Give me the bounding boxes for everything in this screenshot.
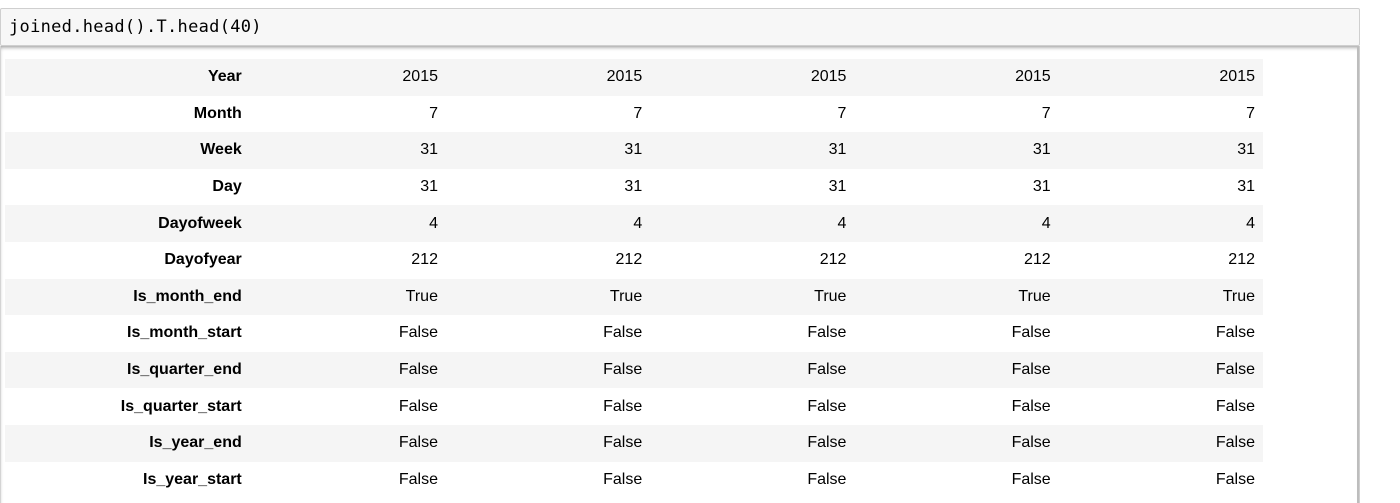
row-index-label: Day — [212, 178, 242, 196]
table-cell: 212 — [819, 251, 847, 269]
table-cell: 31 — [624, 141, 643, 159]
table-cell: 31 — [828, 178, 847, 196]
table-cell: 2015 — [1219, 68, 1255, 86]
table-cell: 4 — [1041, 214, 1051, 232]
table-cell: False — [603, 397, 643, 415]
table-cell: False — [1011, 361, 1051, 379]
table-cell: False — [398, 397, 438, 415]
table-cell: 31 — [1237, 141, 1255, 159]
table-cell: 212 — [1228, 251, 1255, 269]
table-cell: 4 — [633, 214, 643, 232]
table-cell: False — [807, 434, 847, 452]
table-cell: 212 — [411, 251, 438, 269]
table-cell: False — [1215, 324, 1255, 342]
table-cell: True — [1018, 287, 1051, 305]
table-cell: False — [1215, 361, 1255, 379]
table-cell: False — [807, 361, 847, 379]
table-cell: False — [398, 324, 438, 342]
table-cell: False — [603, 470, 643, 488]
table-cell: 31 — [420, 178, 438, 196]
table-cell: True — [609, 287, 643, 305]
table-cell: 31 — [1237, 178, 1255, 196]
dataframe-body: Year 2015 2015 2015 2015 2015 Month 7 7 7 7 7 Week 31… — [5, 59, 1263, 499]
table-cell: 212 — [615, 251, 643, 269]
table-row: Month 7 7 7 7 7 — [5, 95, 1263, 133]
table-cell: False — [1011, 397, 1051, 415]
table-cell: 4 — [1246, 214, 1255, 232]
table-row: Is_year_end False False False False False — [5, 424, 1263, 462]
row-index-label: Is_month_start — [127, 324, 242, 342]
notebook: joined.head().T.head(40) Year 2015 2015 201… — [0, 0, 1400, 503]
code-cell-input[interactable]: joined.head().T.head(40) — [0, 8, 1360, 46]
table-cell: True — [814, 287, 847, 305]
code-cell-source[interactable]: joined.head().T.head(40) — [9, 17, 262, 37]
row-index-label: Is_year_end — [149, 434, 242, 452]
table-row: Year 2015 2015 2015 2015 2015 — [5, 59, 1263, 96]
row-index-label: Is_quarter_end — [127, 361, 242, 379]
table-cell: 31 — [828, 141, 847, 159]
table-row: Week 31 31 31 31 31 — [5, 132, 1263, 169]
table-cell: 4 — [837, 214, 847, 232]
table-cell: 4 — [429, 214, 438, 232]
table-row: Day 31 31 31 31 31 — [5, 168, 1263, 206]
table-cell: 212 — [1023, 251, 1051, 269]
cell-output-area[interactable]: Year 2015 2015 2015 2015 2015 Month 7 7 7 7 7 Week 31… — [0, 46, 1360, 503]
table-cell: 31 — [1032, 178, 1051, 196]
row-index-label: Is_year_start — [143, 470, 242, 488]
table-cell: False — [1011, 434, 1051, 452]
table-row: Dayofweek 4 4 4 4 4 — [5, 205, 1263, 242]
table-cell: False — [807, 397, 847, 415]
row-index-label: Is_quarter_start — [120, 397, 242, 415]
table-row: Is_year_start False False False False False — [5, 461, 1263, 499]
table-cell: False — [807, 470, 847, 488]
table-cell: False — [398, 361, 438, 379]
table-row: Is_quarter_end False False False False False — [5, 351, 1263, 389]
table-cell: 2015 — [606, 68, 643, 86]
table-cell: False — [603, 361, 643, 379]
table-cell: 31 — [420, 141, 438, 159]
table-cell: 7 — [837, 104, 847, 122]
table-cell: False — [603, 324, 643, 342]
row-index-label: Year — [207, 68, 242, 86]
table-cell: False — [1011, 470, 1051, 488]
row-index-label: Month — [193, 104, 242, 122]
row-index-label: Dayofweek — [158, 214, 242, 232]
table-cell: 2015 — [402, 68, 438, 86]
table-cell: True — [405, 287, 438, 305]
table-cell: 7 — [1041, 104, 1051, 122]
table-cell: False — [603, 434, 643, 452]
table-cell: 7 — [1246, 104, 1255, 122]
table-cell: 31 — [1032, 141, 1051, 159]
table-cell: False — [398, 470, 438, 488]
table-row: Is_month_end True True True True True — [5, 278, 1263, 316]
table-row: Is_month_start False False False False False — [5, 315, 1263, 352]
table-cell: False — [1215, 434, 1255, 452]
row-index-label: Is_month_end — [133, 287, 242, 305]
output-scrollbar[interactable] — [1357, 46, 1359, 503]
table-cell: 7 — [633, 104, 643, 122]
table-cell: 7 — [429, 104, 438, 122]
table-row: Dayofyear 212 212 212 212 212 — [5, 241, 1263, 279]
row-index-label: Dayofyear — [164, 251, 242, 269]
table-cell: False — [1215, 397, 1255, 415]
table-cell: False — [398, 434, 438, 452]
table-cell: 2015 — [1015, 68, 1051, 86]
table-cell: False — [1215, 470, 1255, 488]
table-cell: False — [1011, 324, 1051, 342]
table-cell: 31 — [624, 178, 643, 196]
table-cell: False — [807, 324, 847, 342]
table-cell: True — [1222, 287, 1255, 305]
row-index-label: Week — [200, 141, 242, 159]
table-cell: 2015 — [810, 68, 847, 86]
table-row: Is_quarter_start False False False False Fals… — [5, 388, 1263, 425]
dataframe-table: Year 2015 2015 2015 2015 2015 Month 7 7 7 7 7 Week 31… — [5, 59, 1263, 499]
